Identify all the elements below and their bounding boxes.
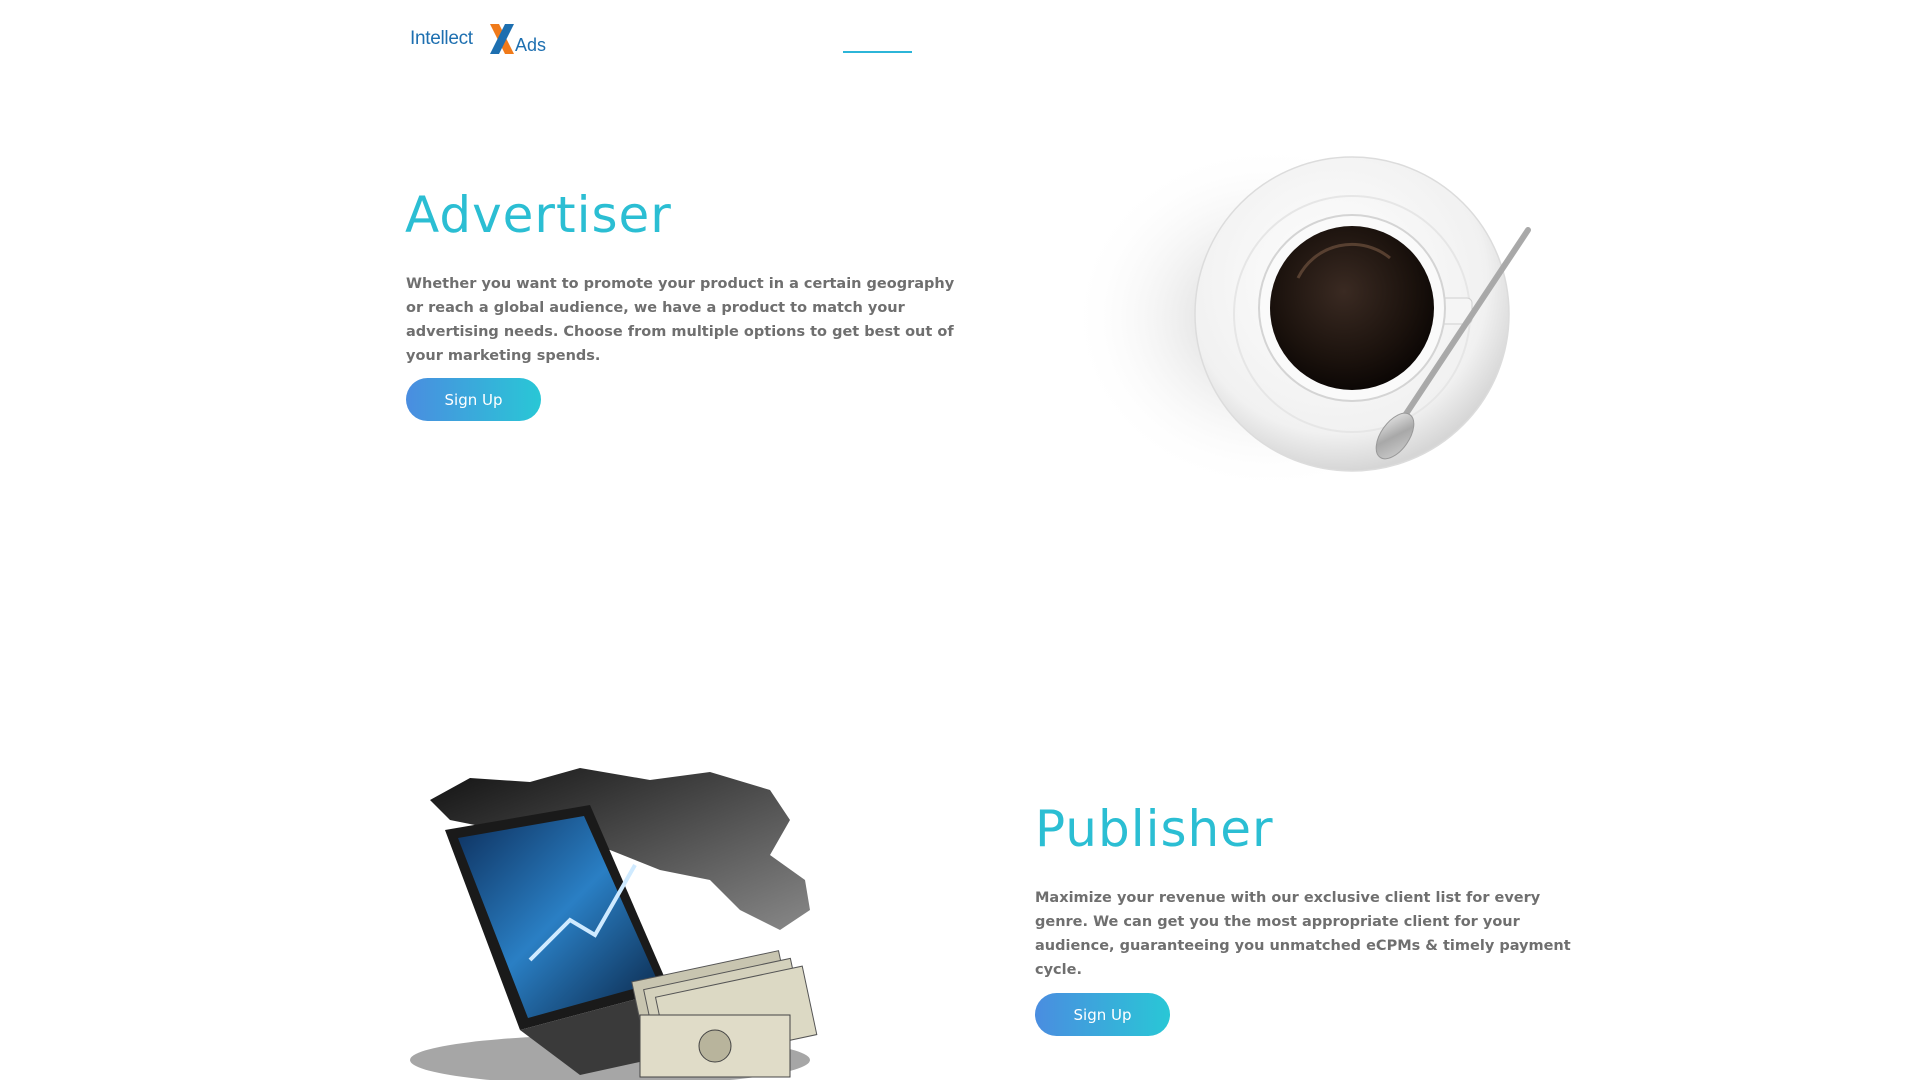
- publisher-signup-button[interactable]: Sign Up: [1035, 993, 1170, 1036]
- laptop-money-world-map-image: [410, 768, 818, 1080]
- logo-x-icon: [490, 24, 514, 54]
- logo-text-ads: Ads: [515, 35, 547, 55]
- advertiser-signup-button[interactable]: Sign Up: [406, 378, 541, 421]
- publisher-title: Publisher: [1035, 800, 1274, 858]
- site-header: Intellect Ads: [0, 0, 1920, 70]
- coffee-cup-image: [1070, 143, 1531, 493]
- advertiser-title: Advertiser: [405, 186, 672, 244]
- advertiser-description: Whether you want to promote your product…: [406, 276, 955, 364]
- site-logo[interactable]: Intellect Ads: [410, 22, 550, 58]
- publisher-description: Maximize your revenue with our exclusive…: [1035, 890, 1571, 978]
- active-nav-indicator: [843, 51, 912, 53]
- logo-text-intellect: Intellect: [410, 28, 473, 49]
